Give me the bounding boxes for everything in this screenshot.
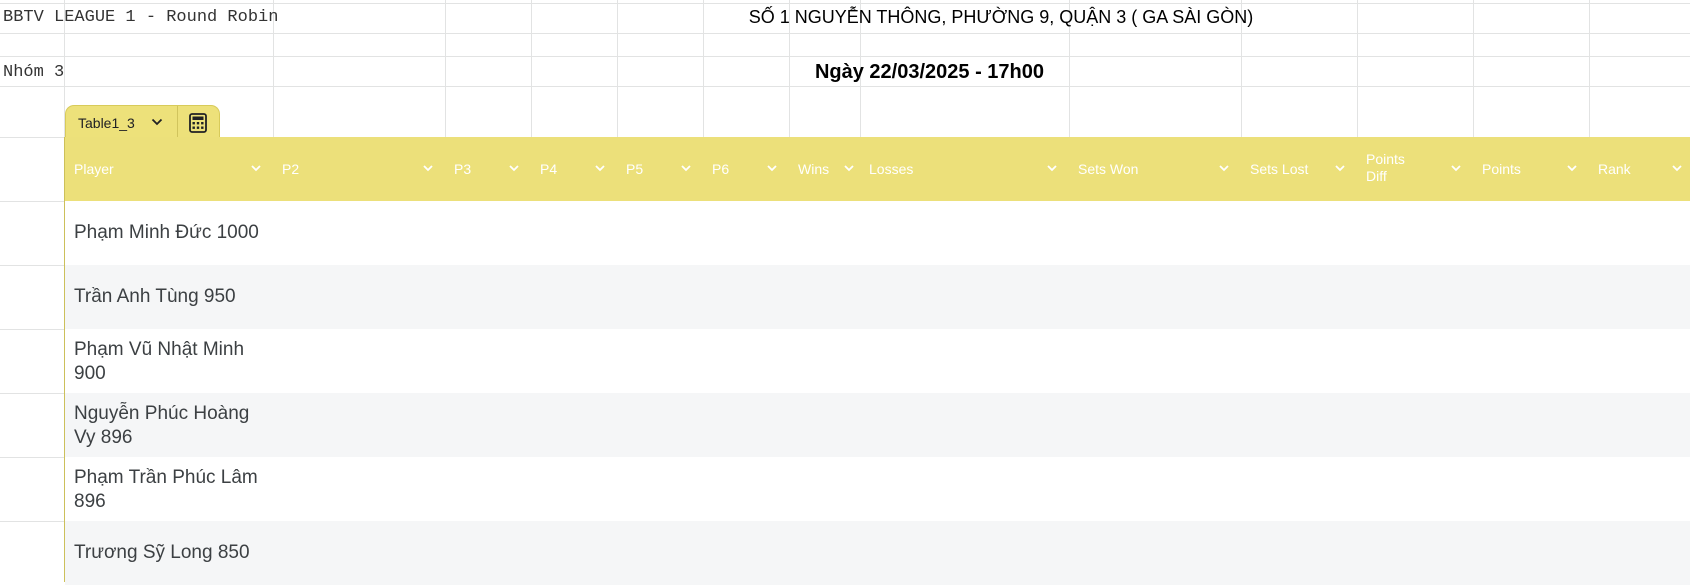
chevron-down-icon[interactable] [1670, 161, 1684, 175]
tab-divider [177, 106, 178, 139]
column-header-label: Player [74, 161, 114, 177]
table-row[interactable]: Trần Anh Tùng 950 [65, 265, 1690, 329]
chevron-down-icon[interactable] [842, 161, 856, 175]
sheet-title-cell[interactable]: BBTV LEAGUE 1 - Round Robin [3, 8, 278, 27]
column-header-label: P3 [454, 161, 472, 177]
player-name-cell[interactable]: Trần Anh Tùng 950 [74, 285, 274, 309]
table-row[interactable]: Phạm Minh Đức 1000 [65, 201, 1690, 265]
column-header-p6[interactable]: P6 [703, 137, 789, 201]
column-header-label: P4 [540, 161, 558, 177]
player-name-cell[interactable]: Phạm Trần Phúc Lâm 896 [74, 466, 264, 514]
column-header-points[interactable]: Points [1473, 137, 1589, 201]
chevron-down-icon[interactable] [1565, 161, 1579, 175]
chevron-down-icon[interactable] [1449, 161, 1463, 175]
column-header-p4[interactable]: P4 [531, 137, 617, 201]
column-header-label: Losses [869, 161, 914, 177]
column-header-label: Rank [1598, 161, 1631, 177]
chevron-down-icon[interactable] [765, 161, 779, 175]
column-header-p3[interactable]: P3 [445, 137, 531, 201]
chevron-down-icon[interactable] [421, 161, 435, 175]
table-header: Player P2 P3 P4 P5 P6 Wins Losses Sets W… [65, 137, 1690, 201]
column-header-points-diff[interactable]: Points Diff [1357, 137, 1473, 201]
chevron-down-icon[interactable] [1333, 161, 1347, 175]
column-header-sets-lost[interactable]: Sets Lost [1241, 137, 1357, 201]
column-header-label: Points Diff [1366, 151, 1405, 184]
column-header-label: P2 [282, 161, 300, 177]
group-label-cell[interactable]: Nhóm 3 [3, 63, 64, 82]
player-name-cell[interactable]: Phạm Minh Đức 1000 [74, 221, 274, 245]
player-name-cell[interactable]: Trương Sỹ Long 850 [74, 541, 274, 565]
column-header-sets-won[interactable]: Sets Won [1069, 137, 1241, 201]
chevron-down-icon[interactable] [1045, 161, 1059, 175]
chevron-down-icon[interactable] [249, 161, 263, 175]
chevron-down-icon[interactable] [149, 114, 165, 130]
date-cell[interactable]: Ngày 22/03/2025 - 17h00 [617, 61, 1242, 84]
chevron-down-icon[interactable] [1217, 161, 1231, 175]
column-header-label: Wins [798, 161, 830, 177]
calculator-icon[interactable] [187, 112, 209, 134]
table-row[interactable]: Nguyễn Phúc Hoàng Vy 896 [65, 393, 1690, 457]
table-name-label: Table1_3 [78, 115, 135, 131]
player-name-cell[interactable]: Nguyễn Phúc Hoàng Vy 896 [74, 402, 264, 450]
column-header-label: P5 [626, 161, 644, 177]
address-cell[interactable]: SỐ 1 NGUYỄN THÔNG, PHƯỜNG 9, QUẬN 3 ( GA… [532, 7, 1470, 28]
table-row[interactable]: Phạm Vũ Nhật Minh 900 [65, 329, 1690, 393]
column-header-label: Sets Lost [1250, 161, 1309, 177]
column-header-wins[interactable]: Wins [789, 137, 860, 201]
column-header-player[interactable]: Player [65, 137, 273, 201]
column-header-p5[interactable]: P5 [617, 137, 703, 201]
table-name-tab[interactable]: Table1_3 [65, 105, 220, 139]
column-header-losses[interactable]: Losses [860, 137, 1069, 201]
chevron-down-icon[interactable] [507, 161, 521, 175]
column-header-label: P6 [712, 161, 730, 177]
column-header-label: Sets Won [1078, 161, 1139, 177]
player-name-cell[interactable]: Phạm Vũ Nhật Minh 900 [74, 338, 264, 386]
table-row[interactable]: Trương Sỹ Long 850 [65, 521, 1690, 585]
column-header-label: Points [1482, 161, 1521, 177]
column-header-rank[interactable]: Rank [1589, 137, 1690, 201]
column-header-p2[interactable]: P2 [273, 137, 445, 201]
chevron-down-icon[interactable] [593, 161, 607, 175]
chevron-down-icon[interactable] [679, 161, 693, 175]
table-row[interactable]: Phạm Trần Phúc Lâm 896 [65, 457, 1690, 521]
